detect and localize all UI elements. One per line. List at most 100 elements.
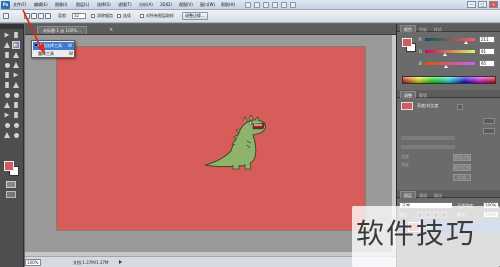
subtract-selection-icon[interactable]: [38, 13, 44, 19]
3d-orbit-tool-icon[interactable]: [12, 121, 20, 129]
tab-styles[interactable]: 样式: [430, 25, 446, 32]
blue-slider[interactable]: B 95: [419, 60, 499, 68]
maximize-button[interactable]: □: [478, 1, 487, 8]
antialias-checkbox[interactable]: [91, 14, 95, 18]
color-foreground-chip[interactable]: [402, 38, 412, 47]
shape-tool-icon[interactable]: [12, 111, 20, 119]
disabled-slider: [401, 136, 455, 140]
red-value-field[interactable]: 211: [479, 36, 495, 43]
tab-masks[interactable]: 蒙版: [415, 91, 431, 98]
screen-mode-icon[interactable]: [6, 191, 16, 198]
intersect-selection-icon[interactable]: [45, 13, 51, 19]
bridge-icon[interactable]: [245, 2, 251, 8]
menu-help[interactable]: 帮助(H): [221, 1, 235, 9]
flyout-shortcut: W: [68, 43, 72, 48]
tab-channels[interactable]: 通道: [415, 191, 431, 198]
tools-panel-header[interactable]: [0, 24, 23, 29]
foreground-color-swatch[interactable]: [4, 161, 14, 171]
document-tab[interactable]: 未标题-1 @ 100%...: [37, 26, 87, 34]
tool-preset-icon[interactable]: [3, 13, 9, 19]
color-spectrum-bar[interactable]: [402, 76, 496, 84]
zoom-tool-icon[interactable]: [12, 131, 20, 139]
tab-swatches[interactable]: 色板: [415, 25, 431, 32]
mask-edge-button[interactable]: 蒙版边缘: [453, 154, 471, 161]
all-layers-checkbox[interactable]: [140, 14, 144, 18]
adjust-mode-icon[interactable]: [483, 128, 495, 134]
path-selection-tool-icon[interactable]: [3, 111, 11, 119]
refine-edge-button[interactable]: 调整边缘...: [182, 12, 208, 20]
menu-view[interactable]: 视图(V): [179, 1, 193, 9]
tool-flyout-menu: 快速选择工具 W 魔棒工具 W: [31, 40, 75, 58]
green-thumb[interactable]: [443, 53, 447, 56]
rotate-view-icon[interactable]: [281, 2, 287, 8]
type-tool-icon[interactable]: [12, 101, 20, 109]
minimize-button[interactable]: —: [467, 1, 476, 8]
pen-tool-icon[interactable]: [3, 101, 11, 109]
tab-adjustments[interactable]: 调整: [400, 91, 416, 98]
eraser-tool-icon[interactable]: [3, 81, 11, 89]
hand-tool-icon[interactable]: [3, 131, 11, 139]
green-label: G: [419, 49, 423, 54]
green-track[interactable]: [425, 50, 475, 53]
menu-image[interactable]: 图像(I): [55, 1, 67, 9]
adjustment-swatch[interactable]: [401, 102, 413, 110]
menu-window[interactable]: 窗口(W): [200, 1, 215, 9]
clone-stamp-tool-icon[interactable]: [3, 71, 11, 79]
quick-mask-icon[interactable]: [6, 181, 16, 188]
tolerance-input[interactable]: 32: [72, 13, 86, 19]
red-thumb[interactable]: [464, 41, 468, 44]
document-close-icon[interactable]: ×: [109, 27, 113, 33]
zoom-level-field[interactable]: 100%: [25, 259, 41, 266]
3d-rotate-tool-icon[interactable]: [3, 121, 11, 129]
healing-brush-tool-icon[interactable]: [3, 61, 11, 69]
lasso-tool-icon[interactable]: [3, 41, 11, 49]
flyout-magic-wand-label: 魔棒工具: [38, 51, 54, 56]
menu-file[interactable]: 文件(F): [13, 1, 26, 9]
mini-bridge-icon[interactable]: [254, 2, 260, 8]
adjust-mode-icon[interactable]: [483, 118, 495, 124]
tab-layers[interactable]: 图层: [400, 191, 416, 198]
color-panel-tabs: 颜色 色板 样式: [397, 24, 500, 32]
layers-panel-tabs: 图层 通道 路径: [397, 190, 500, 198]
arrange-documents-icon[interactable]: [290, 2, 296, 8]
history-brush-tool-icon[interactable]: [12, 71, 20, 79]
dodge-tool-icon[interactable]: [12, 91, 20, 99]
close-button[interactable]: ×: [489, 1, 498, 8]
gradient-tool-icon[interactable]: [12, 81, 20, 89]
menu-3d[interactable]: 3D(D): [160, 1, 172, 9]
red-slider[interactable]: R 211: [419, 36, 499, 44]
window-controls: — □ ×: [467, 1, 498, 9]
move-tool-icon[interactable]: [3, 31, 11, 39]
status-menu-arrow-icon[interactable]: [119, 260, 122, 264]
green-value-field[interactable]: 91: [479, 48, 495, 55]
blue-thumb[interactable]: [444, 65, 448, 68]
add-to-selection-icon[interactable]: [31, 13, 37, 19]
menu-filter[interactable]: 滤镜(T): [118, 1, 132, 9]
flyout-magic-wand[interactable]: 魔棒工具 W: [38, 50, 75, 58]
document-canvas[interactable]: [57, 47, 365, 230]
adjust-option-icon[interactable]: [457, 104, 463, 110]
zoom-level-icon[interactable]: [263, 2, 269, 8]
hand-tool-icon[interactable]: [272, 2, 278, 8]
red-label: R: [419, 37, 422, 42]
color-range-button[interactable]: 颜色范围: [453, 164, 471, 171]
contiguous-checkbox[interactable]: [117, 14, 121, 18]
tab-color[interactable]: 颜色: [400, 25, 416, 32]
eyedropper-tool-icon[interactable]: [12, 51, 20, 59]
menu-layer[interactable]: 图层(L): [76, 1, 89, 9]
crop-tool-icon[interactable]: [3, 51, 11, 59]
blue-track[interactable]: [425, 62, 475, 65]
blur-tool-icon[interactable]: [3, 91, 11, 99]
quick-selection-tool-icon[interactable]: [12, 41, 20, 49]
marquee-tool-icon[interactable]: [12, 31, 20, 39]
blue-value-field[interactable]: 95: [479, 60, 495, 67]
menu-select[interactable]: 选择(S): [97, 1, 111, 9]
green-slider[interactable]: G 91: [419, 48, 499, 56]
menu-edit[interactable]: 编辑(E): [34, 1, 48, 9]
tab-paths[interactable]: 路径: [430, 191, 446, 198]
new-selection-icon[interactable]: [24, 13, 30, 19]
flyout-quick-selection[interactable]: 快速选择工具 W: [33, 42, 74, 50]
invert-button[interactable]: 反相: [453, 174, 471, 181]
menu-analysis[interactable]: 分析(A): [139, 1, 153, 9]
brush-tool-icon[interactable]: [12, 61, 20, 69]
